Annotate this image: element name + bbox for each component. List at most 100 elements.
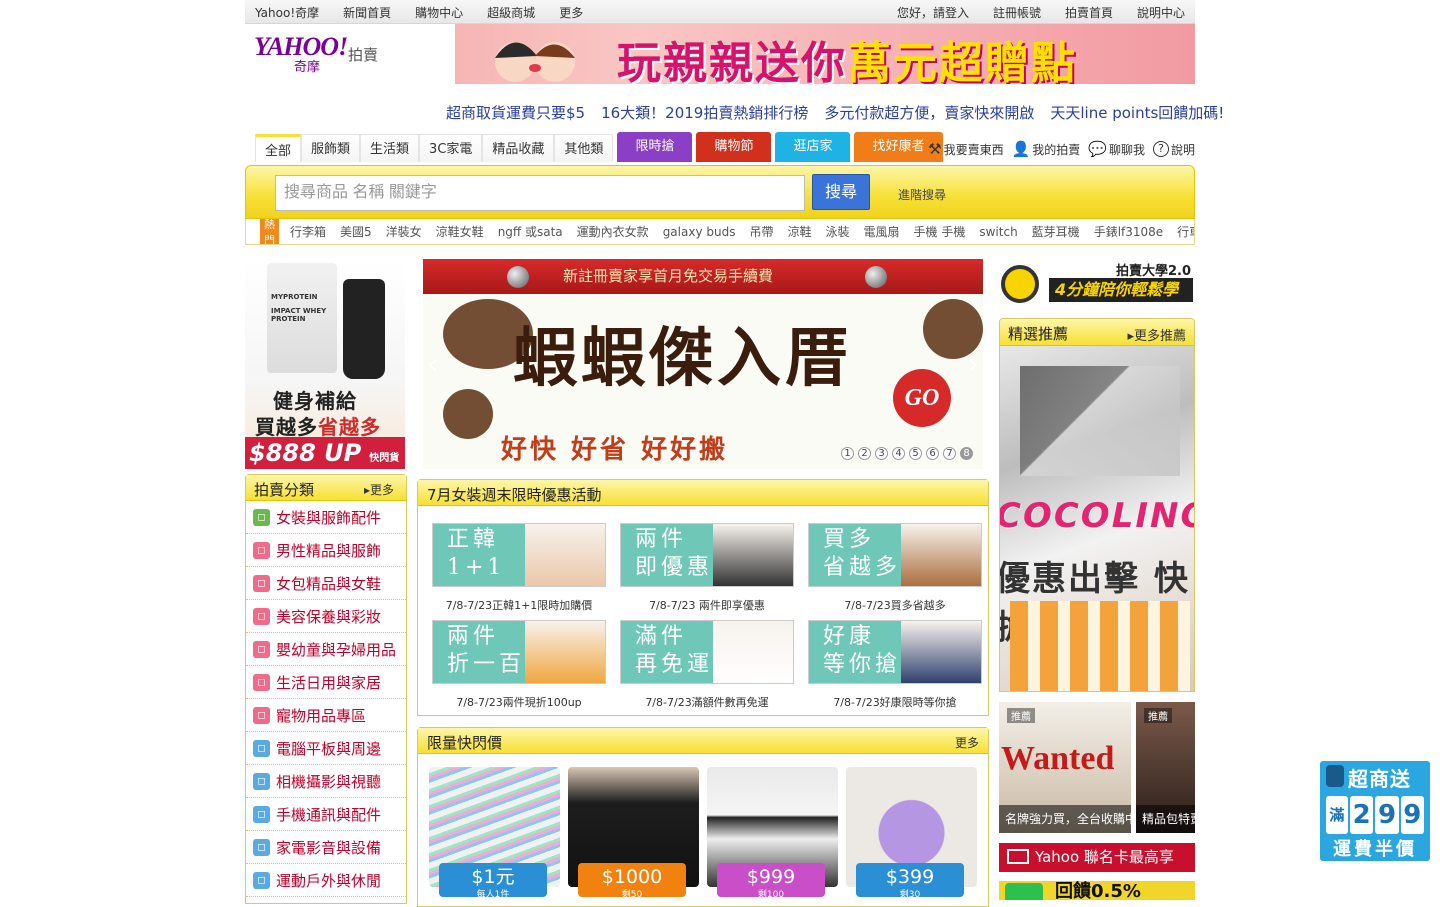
featured-more-link[interactable]: ▸更多推薦: [1127, 325, 1186, 344]
tab-3[interactable]: 3C家電: [419, 134, 483, 162]
top-nav-link[interactable]: 超級商城: [475, 4, 547, 21]
university-subtitle: 4分鐘陪你輕鬆學: [1049, 278, 1193, 302]
carousel-dot[interactable]: 8: [960, 447, 973, 460]
hot-keyword[interactable]: 美國5: [340, 223, 372, 240]
top-nav-link[interactable]: 購物中心: [403, 4, 475, 21]
hot-keyword[interactable]: 洋裝女: [386, 223, 422, 240]
mini-promo-1[interactable]: 推薦 Wanted 名牌強力買，全台收購中: [999, 702, 1131, 833]
flash-item[interactable]: $1元 每人1件: [429, 767, 560, 907]
hot-keyword[interactable]: 涼鞋: [787, 223, 811, 240]
deal-item[interactable]: 買多 省越多 7/8-7/23買多省越多: [808, 523, 982, 613]
ad-line2a: 買越多: [255, 415, 318, 439]
category-label: 手機通訊與配件: [276, 805, 382, 824]
hot-keyword[interactable]: switch: [979, 225, 1017, 239]
deal-item[interactable]: 正韓 1+1 7/8-7/23正韓1+1限時加購價: [432, 523, 606, 613]
deal-item[interactable]: 滿件 再免運 7/8-7/23滿額件數再免運: [620, 620, 794, 710]
category-item[interactable]: ◻ 男性精品與服飾: [246, 534, 406, 567]
carousel-dot[interactable]: 3: [875, 447, 888, 460]
carousel-dot[interactable]: 7: [943, 447, 956, 460]
colored-tab[interactable]: 購物節: [696, 132, 772, 162]
hot-keyword[interactable]: 行車記: [1177, 223, 1194, 240]
category-item[interactable]: ◻ 電腦平板與周邊: [246, 732, 406, 765]
hot-keyword[interactable]: ngff 或sata: [498, 223, 563, 240]
flash-more-link[interactable]: 更多: [955, 734, 979, 751]
deal-caption: 7/8-7/23正韓1+1限時加購價: [445, 599, 593, 612]
category-item[interactable]: ◻ 寵物用品專區: [246, 699, 406, 732]
ad-price-value: $888 UP: [249, 439, 362, 467]
carousel-dot[interactable]: 2: [858, 447, 871, 460]
category-item[interactable]: ◻ 美容保養與彩妝: [246, 600, 406, 633]
floating-shipping-ad[interactable]: 超商送 滿299 運費半價: [1320, 761, 1430, 861]
deal-item[interactable]: 兩件 即優惠 7/8-7/23 兩件即享優惠: [620, 523, 794, 613]
category-item[interactable]: ◻ 女包精品與女鞋: [246, 567, 406, 600]
promo-link[interactable]: 16大類！2019拍賣熱銷排行榜: [601, 102, 808, 123]
search-button[interactable]: 搜尋: [812, 174, 870, 210]
category-item[interactable]: ◻ 家電影音與設備: [246, 831, 406, 864]
carousel-dot[interactable]: 5: [909, 447, 922, 460]
hot-keyword[interactable]: 運動內衣女款: [577, 223, 649, 240]
promo-link[interactable]: 超商取貨運費只要$5: [446, 102, 585, 123]
mini-promo-2[interactable]: 推薦 精品包特賣中: [1136, 702, 1195, 833]
colored-tab[interactable]: 限時搶: [617, 132, 693, 162]
auction-university-banner[interactable]: 拍賣大學2.0 4分鐘陪你輕鬆學: [999, 259, 1195, 305]
hot-keyword[interactable]: 手錶lf3108e: [1094, 223, 1163, 240]
tab-5[interactable]: 其他類: [554, 134, 614, 162]
advanced-search-link[interactable]: 進階搜尋: [898, 186, 946, 203]
tab-4[interactable]: 精品收藏: [482, 134, 555, 162]
search-input[interactable]: 搜尋商品 名稱 關鍵字: [275, 175, 805, 211]
tool-link[interactable]: ? 說明: [1152, 141, 1195, 158]
yahoo-card-banner[interactable]: Yahoo 聯名卡最高享6%: [999, 843, 1195, 895]
carousel-go-button[interactable]: GO: [893, 369, 951, 427]
top-nav-link[interactable]: 註冊帳號: [969, 4, 1041, 21]
hot-keyword[interactable]: galaxy buds: [663, 225, 736, 239]
top-nav-link[interactable]: 拍賣首頁: [1041, 4, 1113, 21]
top-nav-link[interactable]: 新聞首頁: [331, 4, 403, 21]
tool-link[interactable]: 💬 聊聊我: [1088, 140, 1145, 158]
tab-0[interactable]: 全部: [255, 134, 302, 162]
tool-link[interactable]: 👤 我的拍賣: [1012, 140, 1081, 158]
category-item[interactable]: ◻ 手機通訊與配件: [246, 798, 406, 831]
hot-keyword[interactable]: 吊帶: [749, 223, 773, 240]
colored-tab[interactable]: 逛店家: [775, 132, 851, 162]
top-nav-link[interactable]: 說明中心: [1113, 4, 1185, 21]
carousel-prev-arrow-icon[interactable]: ‹: [427, 347, 439, 382]
category-item[interactable]: ◻ 嬰幼童與孕婦用品: [246, 633, 406, 666]
category-item[interactable]: ◻ 女裝與服飾配件: [246, 501, 406, 534]
carousel-dot[interactable]: 1: [841, 447, 854, 460]
yahoo-auction-logo[interactable]: YAHOO! 奇摩 拍賣: [254, 32, 384, 75]
tab-1[interactable]: 服飾類: [301, 134, 361, 162]
top-nav-link[interactable]: 更多: [547, 4, 595, 21]
category-item[interactable]: ◻ 生活日用與家居: [246, 666, 406, 699]
hot-keyword[interactable]: 行李箱: [290, 223, 326, 240]
tool-link[interactable]: ⚒ 我要賣東西: [928, 140, 1003, 158]
flash-item[interactable]: $1000 剩50: [568, 767, 699, 907]
category-icon: ◻: [253, 673, 270, 691]
hot-keyword[interactable]: 泳裝: [826, 223, 850, 240]
carousel-dot[interactable]: 6: [926, 447, 939, 460]
flash-item[interactable]: $999 剩100: [707, 767, 838, 907]
float-digits: 滿299: [1326, 796, 1424, 834]
category-item[interactable]: ◻ 運動戶外與休閒: [246, 864, 406, 897]
category-item[interactable]: ◻ 相機攝影與視聽: [246, 765, 406, 798]
hot-keyword[interactable]: 手機 手機: [914, 223, 966, 240]
promo-link[interactable]: 天天line points回饋加碼!: [1050, 102, 1224, 123]
points-banner[interactable]: 回饋0.5%: [999, 881, 1195, 900]
main-carousel[interactable]: 新註冊賣家享首月免交易手續費 蝦蝦傑入厝 GO 好快 好省 好好搬 ‹ › 12…: [423, 259, 983, 469]
tab-2[interactable]: 生活類: [360, 134, 420, 162]
top-promo-banner[interactable]: 玩親親送你萬元超贈點: [455, 24, 1195, 84]
deal-item[interactable]: 兩件 折一百 7/8-7/23兩件現折100up: [432, 620, 606, 710]
flash-item[interactable]: $399 剩30: [846, 767, 977, 907]
featured-image[interactable]: COCOLINO 優惠出擊 快搶: [1000, 346, 1194, 691]
promo-link[interactable]: 多元付款超方便，賣家快來開啟: [824, 102, 1034, 123]
top-nav-link[interactable]: Yahoo!奇摩: [255, 4, 331, 21]
carousel-dot[interactable]: 4: [892, 447, 905, 460]
category-more-link[interactable]: ▸更多: [364, 481, 394, 498]
top-nav-link[interactable]: 您好，請登入: [873, 4, 969, 21]
hot-keyword[interactable]: 藍芽耳機: [1032, 223, 1080, 240]
carousel-next-arrow-icon[interactable]: ›: [967, 347, 979, 382]
deal-item[interactable]: 好康 等你搶 7/8-7/23好康限時等你搶: [808, 620, 982, 710]
protein-ad[interactable]: MYPROTEIN IMPACT WHEY PROTEIN 健身補給 買越多省越…: [245, 259, 405, 469]
hot-keyword[interactable]: 涼鞋女鞋: [436, 223, 484, 240]
flash-price: $1元: [471, 866, 515, 888]
hot-keyword[interactable]: 電風扇: [864, 223, 900, 240]
